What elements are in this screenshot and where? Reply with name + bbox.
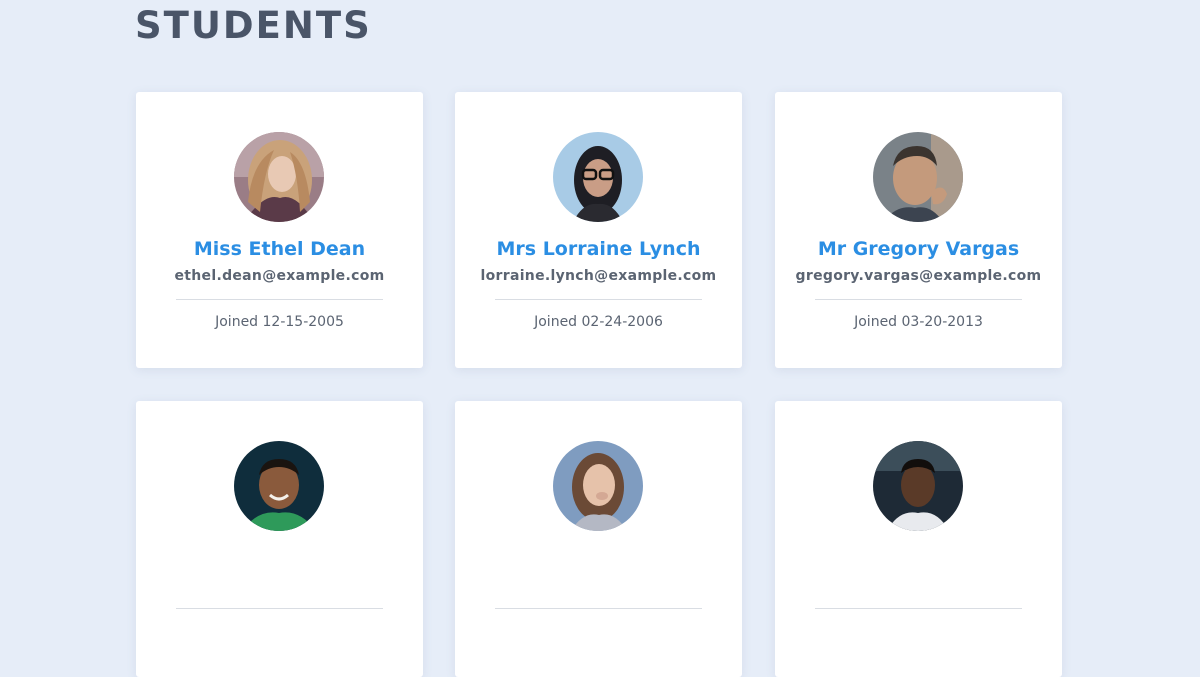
student-card[interactable] xyxy=(455,401,742,677)
student-card[interactable]: Mrs Lorraine Lynch lorraine.lynch@exampl… xyxy=(455,92,742,368)
divider xyxy=(815,608,1022,609)
divider xyxy=(815,299,1022,300)
avatar xyxy=(873,132,963,222)
avatar xyxy=(873,441,963,531)
student-card[interactable]: Miss Ethel Dean ethel.dean@example.com J… xyxy=(136,92,423,368)
divider xyxy=(495,608,702,609)
joined-date: Joined 02-24-2006 xyxy=(534,314,663,330)
student-card[interactable] xyxy=(775,401,1062,677)
divider xyxy=(495,299,702,300)
student-email: ethel.dean@example.com xyxy=(174,268,385,284)
student-name[interactable]: Miss Ethel Dean xyxy=(136,237,423,261)
joined-date: Joined 03-20-2013 xyxy=(854,314,983,330)
student-name[interactable]: Mrs Lorraine Lynch xyxy=(455,237,742,261)
avatar xyxy=(234,441,324,531)
avatar xyxy=(553,441,643,531)
divider xyxy=(176,608,383,609)
student-email: lorraine.lynch@example.com xyxy=(480,268,717,284)
student-card[interactable] xyxy=(136,401,423,677)
joined-date: Joined 12-15-2005 xyxy=(215,314,344,330)
page-title: STUDENTS xyxy=(135,4,372,47)
avatar xyxy=(553,132,643,222)
student-card[interactable]: Mr Gregory Vargas gregory.vargas@example… xyxy=(775,92,1062,368)
avatar xyxy=(234,132,324,222)
divider xyxy=(176,299,383,300)
student-name[interactable]: Mr Gregory Vargas xyxy=(775,237,1062,261)
student-email: gregory.vargas@example.com xyxy=(795,268,1042,284)
